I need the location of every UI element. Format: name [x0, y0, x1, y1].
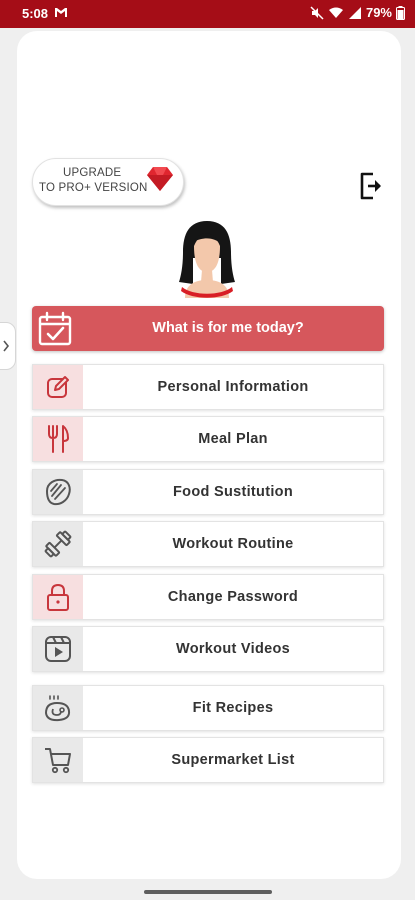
ruby-gem-icon: [147, 167, 173, 191]
menu-icon-bg: [33, 417, 83, 461]
female-avatar-icon: [179, 221, 235, 298]
upgrade-line1: UPGRADE: [63, 167, 122, 179]
menu-item-workout-videos[interactable]: Workout Videos: [32, 626, 384, 672]
gmail-icon: [55, 8, 67, 17]
home-gesture-pill[interactable]: [144, 890, 272, 894]
dumbbell-icon: [44, 530, 72, 558]
menu-item-label: Meal Plan: [198, 431, 268, 447]
menu-icon-bg: [33, 686, 83, 730]
logout-icon[interactable]: [359, 171, 385, 201]
upgrade-button[interactable]: UPGRADE TO PRO+ VERSION: [32, 158, 184, 206]
menu-item-fit-recipes[interactable]: Fit Recipes: [32, 685, 384, 731]
menu-item-meal-plan[interactable]: Meal Plan: [32, 416, 384, 462]
steak-icon: [45, 478, 71, 506]
video-player-icon: [45, 636, 71, 662]
status-time: 5:08: [22, 6, 49, 21]
status-bar: 5:08 79%: [0, 0, 415, 28]
menu-icon-bg: [33, 738, 83, 782]
chevron-right-icon: [3, 340, 10, 352]
menu-icon-bg: [33, 365, 83, 409]
battery-icon: [396, 5, 405, 20]
menu-item-label: Change Password: [167, 589, 299, 605]
today-banner-label: What is for me today?: [152, 320, 304, 336]
mute-icon: [310, 5, 324, 20]
menu-icon-bg: [33, 470, 83, 514]
system-nav-bar: [0, 884, 415, 900]
menu-item-label: Personal Information: [157, 379, 309, 395]
wifi-icon: [328, 7, 343, 18]
calendar-check-icon: [38, 311, 72, 346]
upgrade-line2: TO PRO+ VERSION: [39, 182, 148, 194]
menu-icon-bg: [33, 575, 83, 619]
menu-item-label: Workout Videos: [175, 641, 291, 657]
battery-percent: 79%: [365, 5, 392, 20]
menu-icon-bg: [33, 627, 83, 671]
lock-icon: [47, 583, 69, 611]
menu-item-workout-routine[interactable]: Workout Routine: [32, 521, 384, 567]
today-banner-button[interactable]: What is for me today?: [32, 306, 384, 351]
signal-icon: [348, 6, 361, 19]
shopping-cart-icon: [45, 748, 71, 774]
menu-item-personal-information[interactable]: Personal Information: [32, 364, 384, 410]
drawer-handle[interactable]: [0, 322, 16, 370]
roast-chicken-icon: [44, 695, 71, 722]
menu-item-food-substitution[interactable]: Food Sustitution: [32, 469, 384, 515]
edit-icon: [47, 376, 69, 398]
menu-item-label: Supermarket List: [171, 752, 295, 768]
fork-knife-icon: [48, 425, 69, 453]
menu-icon-bg: [33, 522, 83, 566]
menu-item-label: Workout Routine: [172, 536, 294, 552]
menu-item-label: Fit Recipes: [192, 700, 274, 716]
menu-item-change-password[interactable]: Change Password: [32, 574, 384, 620]
menu-item-label: Food Sustitution: [173, 484, 293, 500]
menu-item-supermarket-list[interactable]: Supermarket List: [32, 737, 384, 783]
